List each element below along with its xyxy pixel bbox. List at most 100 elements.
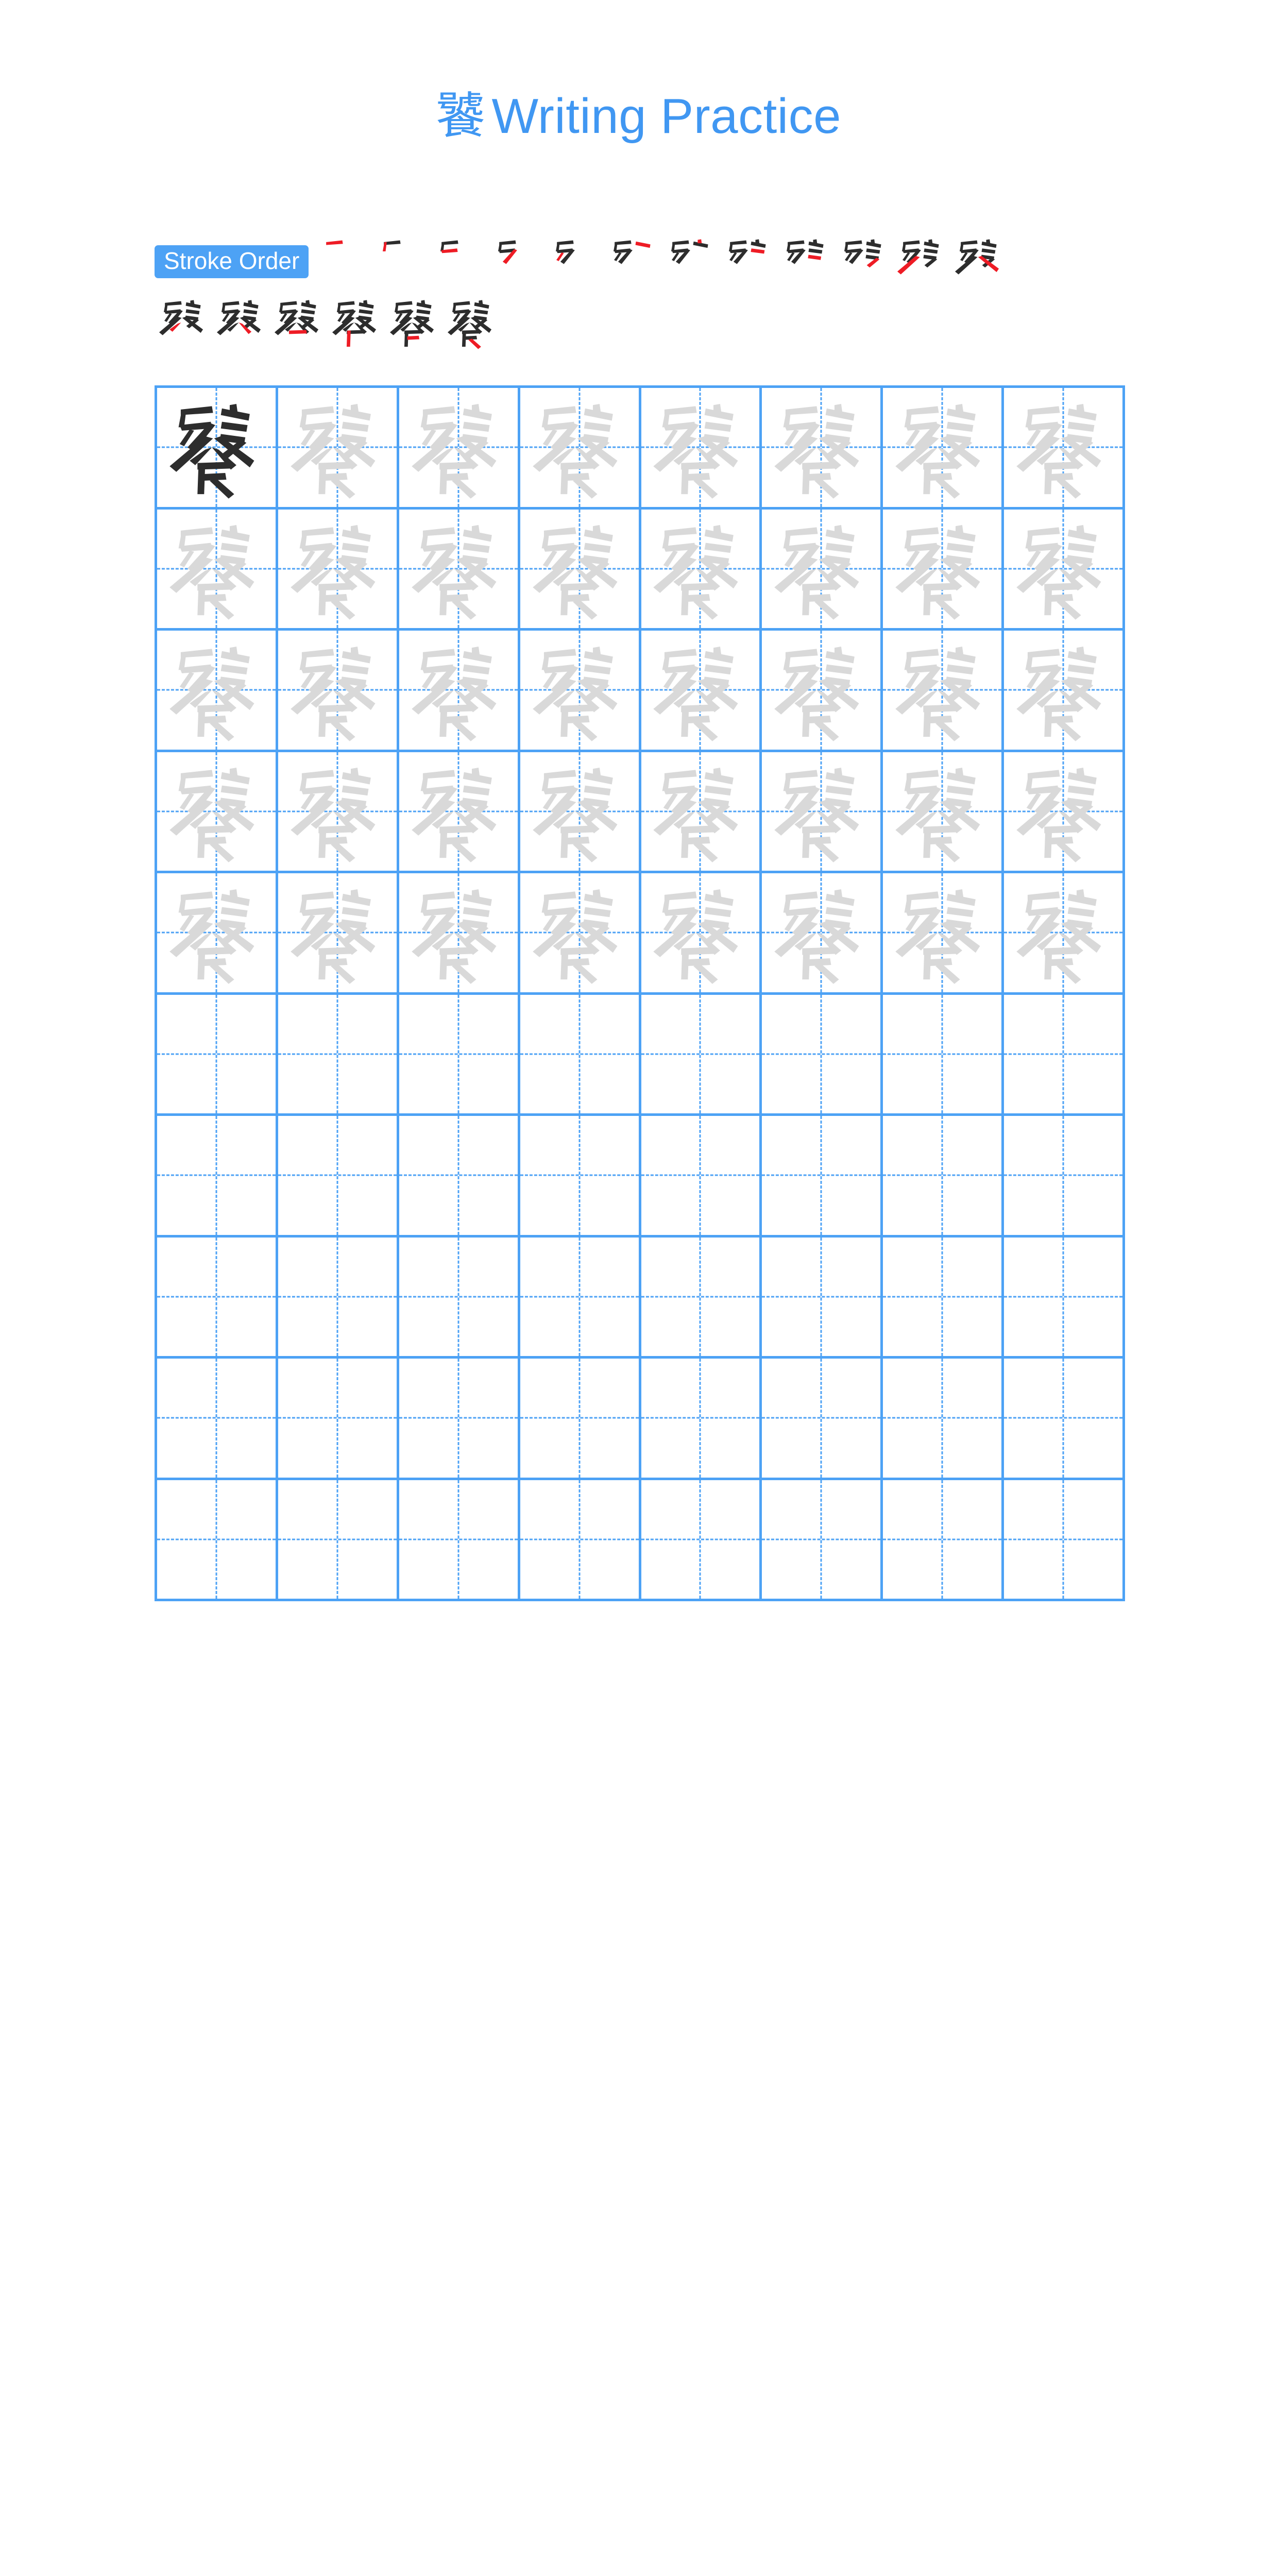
practice-cell-r9-c7[interactable] [883,1359,1004,1480]
practice-cell-r10-c4[interactable] [520,1480,641,1601]
practice-cell-r8-c4[interactable] [520,1237,641,1359]
practice-cell-r8-c3[interactable] [399,1237,520,1359]
practice-cell-r6-c2[interactable] [278,994,399,1116]
trace-character-glyph [1004,752,1122,871]
practice-cell-r3-c4[interactable] [520,631,641,752]
practice-cell-r2-c4[interactable] [520,509,641,631]
practice-cell-r7-c1[interactable] [157,1116,278,1238]
practice-cell-r4-c6[interactable] [762,752,883,873]
practice-cell-r5-c5[interactable] [641,873,762,995]
practice-cell-r1-c6[interactable] [762,388,883,510]
practice-cell-r10-c7[interactable] [883,1480,1004,1601]
trace-character-glyph [641,631,760,750]
trace-character-glyph [399,873,518,992]
practice-cell-r5-c8[interactable] [1004,873,1125,995]
practice-cell-r4-c5[interactable] [641,752,762,873]
practice-cell-r6-c3[interactable] [399,994,520,1116]
practice-cell-r10-c5[interactable] [641,1480,762,1601]
practice-cell-r7-c3[interactable] [399,1116,520,1238]
practice-cell-r7-c5[interactable] [641,1116,762,1238]
practice-cell-r9-c2[interactable] [278,1359,399,1480]
trace-character-glyph [520,510,639,629]
practice-cell-r2-c7[interactable] [883,509,1004,631]
practice-cell-r1-c4[interactable] [520,388,641,510]
practice-cell-r8-c7[interactable] [883,1237,1004,1359]
practice-cell-r3-c2[interactable] [278,631,399,752]
practice-cell-r6-c1[interactable] [157,994,278,1116]
practice-cell-r5-c2[interactable] [278,873,399,995]
practice-cell-r3-c1[interactable] [157,631,278,752]
trace-character-glyph [399,752,518,871]
practice-cell-r3-c5[interactable] [641,631,762,752]
practice-cell-r10-c6[interactable] [762,1480,883,1601]
trace-character-glyph [157,510,276,629]
practice-cell-r9-c1[interactable] [157,1359,278,1480]
practice-cell-r9-c3[interactable] [399,1359,520,1480]
practice-cell-r1-c3[interactable] [399,388,520,510]
practice-cell-r8-c5[interactable] [641,1237,762,1359]
practice-cell-r7-c8[interactable] [1004,1116,1125,1238]
practice-cell-r5-c7[interactable] [883,873,1004,995]
practice-cell-r6-c8[interactable] [1004,994,1125,1116]
practice-cell-r1-c5[interactable] [641,388,762,510]
practice-cell-r8-c2[interactable] [278,1237,399,1359]
stroke-order-step-16 [328,294,385,351]
stroke-order-step-13 [155,294,212,351]
practice-cell-r2-c3[interactable] [399,509,520,631]
practice-cell-r4-c2[interactable] [278,752,399,873]
practice-cell-r1-c2[interactable] [278,388,399,510]
practice-cell-r8-c8[interactable] [1004,1237,1125,1359]
practice-cell-r7-c7[interactable] [883,1116,1004,1238]
practice-cell-r1-c7[interactable] [883,388,1004,510]
practice-cell-r2-c6[interactable] [762,509,883,631]
stroke-order-step-4 [489,233,547,291]
practice-cell-r9-c5[interactable] [641,1359,762,1480]
practice-cell-r10-c3[interactable] [399,1480,520,1601]
practice-cell-r7-c2[interactable] [278,1116,399,1238]
practice-cell-r10-c1[interactable] [157,1480,278,1601]
practice-cell-r4-c1[interactable] [157,752,278,873]
trace-character-glyph [520,873,639,992]
stroke-order-step-10 [835,233,893,291]
practice-cell-r4-c3[interactable] [399,752,520,873]
practice-cell-r10-c2[interactable] [278,1480,399,1601]
practice-cell-r9-c4[interactable] [520,1359,641,1480]
practice-grid[interactable] [155,385,1125,1601]
stroke-order-step-6 [604,233,662,291]
practice-cell-r9-c8[interactable] [1004,1359,1125,1480]
practice-cell-r4-c4[interactable] [520,752,641,873]
practice-cell-r10-c8[interactable] [1004,1480,1125,1601]
practice-cell-r4-c7[interactable] [883,752,1004,873]
practice-cell-r4-c8[interactable] [1004,752,1125,873]
practice-cell-r5-c3[interactable] [399,873,520,995]
practice-cell-r2-c8[interactable] [1004,509,1125,631]
practice-cell-r1-c1[interactable] [157,388,278,510]
practice-cell-r2-c5[interactable] [641,509,762,631]
practice-cell-r9-c6[interactable] [762,1359,883,1480]
practice-cell-r3-c3[interactable] [399,631,520,752]
practice-cell-r2-c1[interactable] [157,509,278,631]
practice-cell-r6-c6[interactable] [762,994,883,1116]
practice-cell-r2-c2[interactable] [278,509,399,631]
practice-cell-r3-c8[interactable] [1004,631,1125,752]
stroke-order-step-17 [385,294,443,351]
practice-cell-r5-c6[interactable] [762,873,883,995]
practice-cell-r5-c1[interactable] [157,873,278,995]
practice-cell-r3-c6[interactable] [762,631,883,752]
practice-cell-r8-c6[interactable] [762,1237,883,1359]
practice-cell-r1-c8[interactable] [1004,388,1125,510]
practice-cell-r8-c1[interactable] [157,1237,278,1359]
practice-cell-r7-c6[interactable] [762,1116,883,1238]
practice-cell-r5-c4[interactable] [520,873,641,995]
stroke-order-step-1 [316,233,373,291]
practice-cell-r3-c7[interactable] [883,631,1004,752]
practice-cell-r6-c5[interactable] [641,994,762,1116]
trace-character-glyph [278,388,397,507]
trace-character-glyph [883,873,1001,992]
practice-cell-r6-c7[interactable] [883,994,1004,1116]
title-suffix: Writing Practice [491,89,841,144]
practice-cell-r6-c4[interactable] [520,994,641,1116]
stroke-order-step-8 [720,233,777,291]
stroke-order-step-11 [893,233,950,291]
practice-cell-r7-c4[interactable] [520,1116,641,1238]
